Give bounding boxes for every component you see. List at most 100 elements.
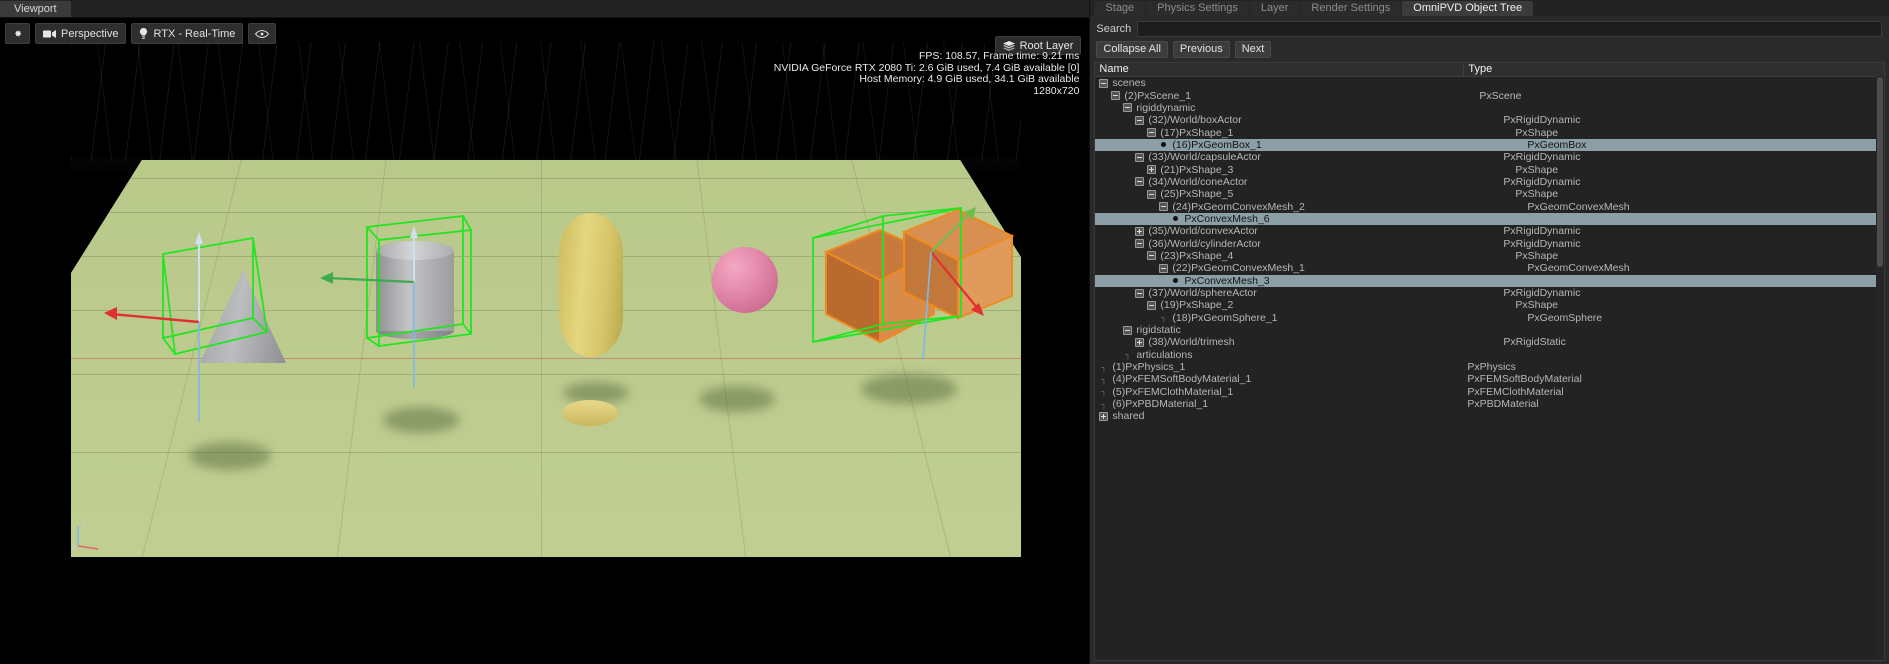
- camera-selector-button[interactable]: Perspective: [35, 23, 126, 44]
- tree-row[interactable]: scenes: [1095, 77, 1884, 89]
- tree-row-name-cell: (32)/World/boxActor: [1095, 114, 1499, 126]
- tree-row-type-cell: PxGeomConvexMesh: [1523, 201, 1884, 213]
- tree-row-name-cell: (17)PxShape_1: [1095, 127, 1511, 139]
- expand-toggle-icon[interactable]: [1135, 227, 1144, 236]
- tree-row-label: (5)PxFEMClothMaterial_1: [1112, 386, 1233, 398]
- tab-stage[interactable]: Stage: [1094, 1, 1145, 16]
- expand-toggle-icon[interactable]: [1099, 412, 1108, 421]
- viewport-pane: Viewport: [0, 0, 1089, 664]
- tree-row[interactable]: (38)/World/trimeshPxRigidStatic: [1095, 336, 1884, 348]
- tree-row[interactable]: rigidstatic: [1095, 324, 1884, 336]
- camera-label: Perspective: [61, 28, 118, 40]
- tab-physics-settings[interactable]: Physics Settings: [1146, 1, 1249, 16]
- collapse-toggle-icon[interactable]: [1135, 239, 1144, 248]
- expand-toggle-icon[interactable]: [1147, 165, 1156, 174]
- column-header-type[interactable]: Type: [1464, 63, 1884, 76]
- tree-row-name-cell: scenes: [1095, 77, 1463, 89]
- viewport-settings-button[interactable]: [5, 23, 30, 44]
- tree-scrollbar[interactable]: [1876, 76, 1884, 660]
- search-input-field[interactable]: [1138, 25, 1881, 39]
- tree-row-label: (1)PxPhysics_1: [1112, 361, 1185, 373]
- collapse-toggle-icon[interactable]: [1147, 301, 1156, 310]
- tree-row[interactable]: ┐(1)PxPhysics_1PxPhysics: [1095, 361, 1884, 373]
- tree-row-type-cell: PxRigidDynamic: [1499, 238, 1884, 250]
- tree-row[interactable]: (19)PxShape_2PxShape: [1095, 299, 1884, 311]
- tree-row[interactable]: (21)PxShape_3PxShape: [1095, 163, 1884, 175]
- tab-viewport[interactable]: Viewport: [0, 1, 71, 17]
- tree-row-label: (19)PxShape_2: [1160, 299, 1233, 311]
- viewport-canvas[interactable]: Perspective RTX - Real-Time: [0, 18, 1089, 664]
- axis-gizmo: z x: [72, 518, 106, 552]
- tree-row[interactable]: (37)/World/sphereActorPxRigidDynamic: [1095, 287, 1884, 299]
- tree-row-label: (34)/World/coneActor: [1148, 176, 1247, 188]
- tree-row[interactable]: (33)/World/capsuleActorPxRigidDynamic: [1095, 151, 1884, 163]
- tree-row-type-cell: PxRigidDynamic: [1499, 287, 1884, 299]
- tree-row-name-cell: ┐ (1)PxPhysics_1: [1095, 361, 1463, 373]
- layers-icon: [1003, 41, 1015, 51]
- tree-row[interactable]: (24)PxGeomConvexMesh_2PxGeomConvexMesh: [1095, 200, 1884, 212]
- tree-row[interactable]: PxConvexMesh_6: [1095, 213, 1884, 225]
- collapse-all-button[interactable]: Collapse All: [1096, 41, 1167, 58]
- tree-row[interactable]: (2)PxScene_1PxScene: [1095, 89, 1884, 101]
- tree-row-name-cell: ┐(4)PxFEMSoftBodyMaterial_1: [1095, 373, 1463, 385]
- collapse-toggle-icon[interactable]: [1159, 202, 1168, 211]
- tree-row[interactable]: (17)PxShape_1PxShape: [1095, 126, 1884, 138]
- tree-row[interactable]: (16)PxGeomBox_1PxGeomBox: [1095, 139, 1884, 151]
- previous-button[interactable]: Previous: [1173, 41, 1230, 58]
- tab-omnipvd-object-tree[interactable]: OmniPVD Object Tree: [1402, 1, 1533, 16]
- tree-row[interactable]: ┐(6)PxPBDMaterial_1PxPBDMaterial: [1095, 398, 1884, 410]
- stats-fps: FPS: 108.57, Frame time: 9.21 ms: [774, 51, 1080, 63]
- collapse-toggle-icon[interactable]: [1111, 91, 1120, 100]
- panel-content: Search Collapse All Previous Next Name T…: [1090, 16, 1889, 664]
- tree-row-name-cell: (35)/World/convexActor: [1095, 225, 1499, 237]
- collapse-toggle-icon[interactable]: [1135, 177, 1144, 186]
- collapse-toggle-icon[interactable]: [1135, 289, 1144, 298]
- next-button[interactable]: Next: [1235, 41, 1272, 58]
- collapse-toggle-icon[interactable]: [1135, 116, 1144, 125]
- tab-layer[interactable]: Layer: [1250, 1, 1300, 16]
- tree-row[interactable]: ┐articulations: [1095, 349, 1884, 361]
- collapse-toggle-icon[interactable]: [1135, 153, 1144, 162]
- tree-row[interactable]: ┐(4)PxFEMSoftBodyMaterial_1PxFEMSoftBody…: [1095, 373, 1884, 385]
- leaf-icon: ┐: [1099, 387, 1108, 396]
- tree-row-type-cell: PxShape: [1511, 164, 1884, 176]
- tree-row-label: rigiddynamic: [1136, 102, 1195, 114]
- expand-toggle-icon[interactable]: [1135, 338, 1144, 347]
- axis-label-z: z: [81, 519, 85, 528]
- tree-row[interactable]: (23)PxShape_4PxShape: [1095, 250, 1884, 262]
- tree-scrollbar-thumb[interactable]: [1877, 77, 1883, 267]
- tree-row[interactable]: PxConvexMesh_3: [1095, 275, 1884, 287]
- tree-row[interactable]: (22)PxGeomConvexMesh_1PxGeomConvexMesh: [1095, 262, 1884, 274]
- tree-row-name-cell: (23)PxShape_4: [1095, 250, 1511, 262]
- tree-row[interactable]: (36)/World/cylinderActorPxRigidDynamic: [1095, 237, 1884, 249]
- leaf-icon: ┐: [1099, 363, 1108, 372]
- tree-row[interactable]: rigiddynamic: [1095, 102, 1884, 114]
- tree-row-label: (16)PxGeomBox_1: [1172, 139, 1261, 151]
- collapse-toggle-icon[interactable]: [1147, 251, 1156, 260]
- tree-row-name-cell: shared: [1095, 410, 1463, 422]
- tree-row-label: PxConvexMesh_3: [1184, 275, 1269, 287]
- object-tree[interactable]: Name Type scenes(2)PxScene_1PxScenerigid…: [1094, 62, 1885, 661]
- tree-row[interactable]: ┐(18)PxGeomSphere_1PxGeomSphere: [1095, 312, 1884, 324]
- tree-row-type-cell: PxRigidDynamic: [1499, 151, 1884, 163]
- tree-row[interactable]: (35)/World/convexActorPxRigidDynamic: [1095, 225, 1884, 237]
- tree-row[interactable]: (34)/World/coneActorPxRigidDynamic: [1095, 176, 1884, 188]
- tree-row[interactable]: shared: [1095, 410, 1884, 422]
- tree-row-type-cell: PxShape: [1511, 188, 1884, 200]
- tree-row[interactable]: (32)/World/boxActorPxRigidDynamic: [1095, 114, 1884, 126]
- collapse-toggle-icon[interactable]: [1159, 264, 1168, 273]
- column-header-name[interactable]: Name: [1095, 63, 1464, 76]
- search-input[interactable]: [1137, 21, 1882, 37]
- visibility-button[interactable]: [248, 23, 276, 44]
- render-mode-button[interactable]: RTX - Real-Time: [131, 23, 243, 44]
- collapse-toggle-icon[interactable]: [1123, 326, 1132, 335]
- tree-row-type-cell: PxPBDMaterial: [1463, 398, 1884, 410]
- collapse-toggle-icon[interactable]: [1123, 103, 1132, 112]
- tree-row[interactable]: (25)PxShape_5PxShape: [1095, 188, 1884, 200]
- stats-resolution: 1280x720: [774, 86, 1080, 98]
- collapse-toggle-icon[interactable]: [1147, 128, 1156, 137]
- collapse-toggle-icon[interactable]: [1099, 79, 1108, 88]
- tab-render-settings[interactable]: Render Settings: [1300, 1, 1401, 16]
- collapse-toggle-icon[interactable]: [1147, 190, 1156, 199]
- tree-row[interactable]: ┐(5)PxFEMClothMaterial_1PxFEMClothMateri…: [1095, 386, 1884, 398]
